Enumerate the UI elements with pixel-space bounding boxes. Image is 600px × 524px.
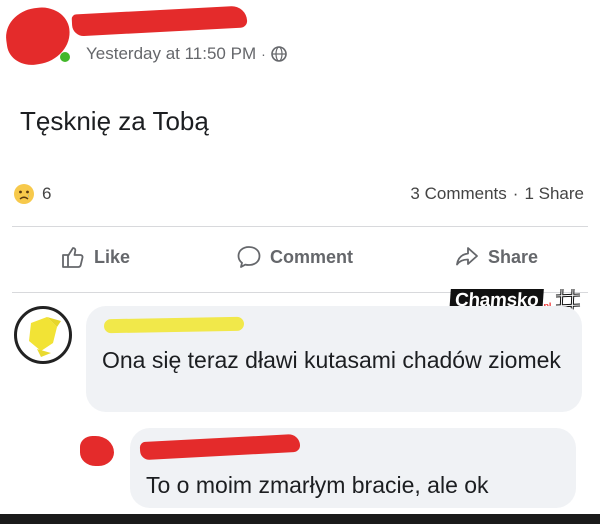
post-stats: 3 Comments · 1 Share — [410, 184, 584, 204]
avatar-image — [29, 317, 61, 357]
share-label: Share — [488, 246, 539, 267]
comment-text: Ona się teraz dławi kutasami chadów ziom… — [102, 347, 561, 373]
stats-separator: · — [512, 184, 519, 203]
commenter-avatar[interactable] — [14, 306, 72, 364]
reaction-count[interactable]: 6 — [42, 184, 51, 204]
thumbs-up-icon — [62, 247, 84, 268]
author-name-redacted[interactable] — [71, 5, 248, 37]
divider-top — [12, 226, 588, 227]
post-text: Tęsknię za Tobą — [20, 106, 209, 136]
like-label: Like — [94, 246, 131, 267]
comment-icon — [237, 246, 261, 268]
shares-count[interactable]: 1 Share — [524, 184, 584, 204]
post-timestamp[interactable]: Yesterday at 11:50 PM — [86, 44, 256, 64]
share-icon — [456, 247, 478, 266]
like-button[interactable]: Like — [60, 244, 130, 270]
globe-icon — [270, 46, 287, 62]
reply-text: To o moim zmarłym bracie, ale ok — [146, 472, 489, 498]
comments-count[interactable]: 3 Comments — [410, 184, 506, 204]
action-bar: Like Comment Share — [0, 244, 600, 278]
commenter-name-redacted[interactable] — [103, 316, 245, 334]
bottom-edge — [0, 514, 600, 524]
reply-avatar-redacted[interactable] — [80, 436, 114, 466]
online-status-dot — [60, 52, 70, 62]
share-button[interactable]: Share — [454, 244, 538, 270]
comment-button[interactable]: Comment — [236, 244, 353, 270]
meta-separator: · — [261, 46, 266, 62]
sad-reaction-icon[interactable] — [13, 183, 35, 205]
comment-label: Comment — [270, 246, 354, 267]
post-meta: Yesterday at 11:50 PM · — [86, 44, 287, 64]
